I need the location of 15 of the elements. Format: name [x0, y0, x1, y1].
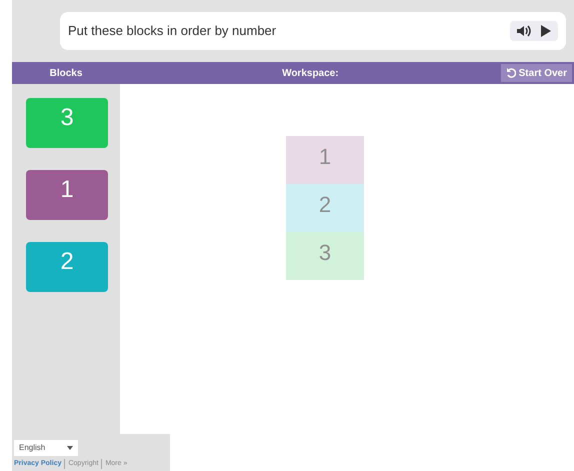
dropdown-icon — [67, 446, 73, 450]
number-block[interactable]: 3 — [26, 98, 108, 148]
speaker-icon[interactable] — [516, 24, 532, 38]
ghost-block[interactable]: 1 — [286, 136, 364, 184]
prompt-text: Put these blocks in order by number — [68, 22, 276, 40]
play-icon[interactable] — [540, 24, 552, 38]
ghost-block[interactable]: 3 — [286, 232, 364, 280]
blocks-header: Blocks — [50, 66, 82, 80]
ghost-block[interactable]: 2 — [286, 184, 364, 232]
language-select[interactable]: English — [14, 440, 78, 456]
restart-icon — [506, 68, 516, 78]
number-block[interactable]: 2 — [26, 242, 108, 292]
start-over-button[interactable]: Start Over — [500, 64, 572, 82]
number-block[interactable]: 1 — [26, 170, 108, 220]
workspace-header: Workspace: — [282, 66, 339, 80]
